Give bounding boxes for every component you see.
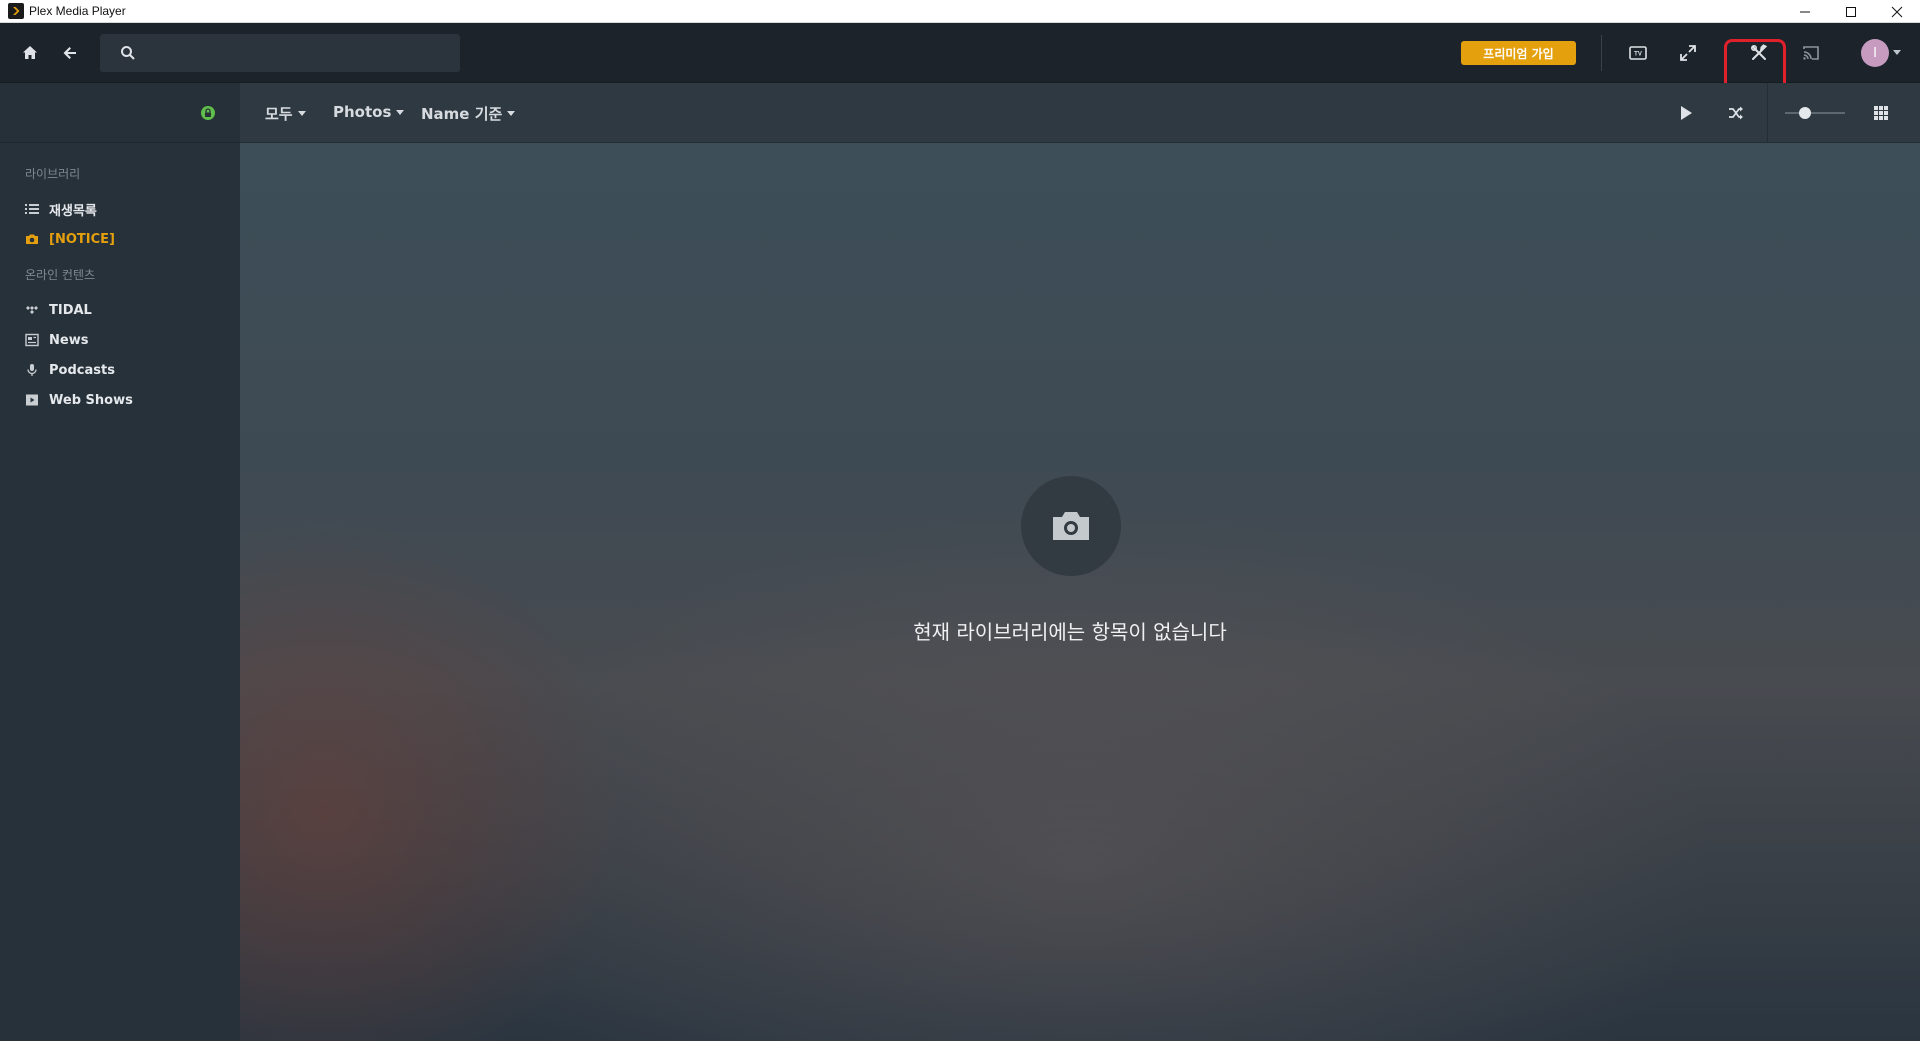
filter-all-dropdown[interactable]: 모두 <box>265 103 306 124</box>
empty-state-badge <box>1021 476 1121 576</box>
maximize-icon <box>1846 6 1856 17</box>
play-icon <box>1681 106 1692 120</box>
library-filter-bar: 모두 Photos Name 기준 <box>240 83 1920 143</box>
minimize-icon <box>1800 11 1810 12</box>
sidebar-item-label: TIDAL <box>49 302 92 318</box>
sidebar: 라이브러리 재생목록 [NOTICE] 온라인 컨텐츠 TIDAL News P… <box>0 83 240 1041</box>
poster-size-slider[interactable] <box>1785 107 1845 119</box>
tidal-icon <box>25 303 39 317</box>
premium-signup-button[interactable]: 프리미엄 가입 <box>1461 41 1576 65</box>
close-icon <box>1891 6 1903 17</box>
home-button[interactable] <box>16 39 44 67</box>
sidebar-item-tidal[interactable]: TIDAL <box>0 295 240 325</box>
filter-all-label: 모두 <box>265 105 293 123</box>
close-window-button[interactable] <box>1874 0 1920 23</box>
camera-icon <box>1053 512 1089 540</box>
sidebar-item-podcasts[interactable]: Podcasts <box>0 355 240 385</box>
top-navigation-bar: 프리미엄 가입 TV I <box>0 23 1920 103</box>
list-icon <box>25 202 39 216</box>
chevron-down-icon[interactable] <box>1893 50 1901 55</box>
play-box-icon <box>25 393 39 407</box>
fullscreen-button[interactable] <box>1674 39 1702 67</box>
shuffle-icon <box>1729 106 1743 120</box>
play-all-button[interactable] <box>1673 100 1699 126</box>
chevron-down-icon <box>396 109 405 115</box>
empty-state-message: 현재 라이브러리에는 항목이 없습니다 <box>913 620 1227 644</box>
section-label-online-content: 온라인 컨텐츠 <box>25 268 96 282</box>
chevron-down-icon <box>507 111 516 116</box>
section-label-library: 라이브러리 <box>25 167 81 181</box>
sidebar-item-label: Podcasts <box>49 362 115 378</box>
nav-divider <box>1601 35 1602 71</box>
maximize-button[interactable] <box>1828 0 1874 23</box>
expand-icon <box>1680 45 1696 61</box>
camera-icon <box>25 232 39 246</box>
tv-icon: TV <box>1629 46 1647 60</box>
filter-type-label: Photos <box>333 103 392 121</box>
svg-text:TV: TV <box>1634 52 1642 58</box>
sidebar-item-label: Web Shows <box>49 392 133 408</box>
news-icon <box>25 333 39 347</box>
library-content-area: 현재 라이브러리에는 항목이 없습니다 <box>240 143 1920 1041</box>
lock-icon[interactable] <box>200 105 216 121</box>
sort-dropdown[interactable]: Name 기준 <box>421 103 516 124</box>
chevron-down-icon <box>297 111 306 116</box>
sidebar-item-playlists[interactable]: 재생목록 <box>0 194 240 224</box>
sidebar-item-web-shows[interactable]: Web Shows <box>0 385 240 415</box>
sidebar-header <box>0 83 240 143</box>
slider-handle[interactable] <box>1799 107 1811 119</box>
back-button[interactable] <box>56 39 84 67</box>
filter-type-dropdown[interactable]: Photos <box>333 103 405 121</box>
window-title: Plex Media Player <box>29 4 126 18</box>
grid-view-button[interactable] <box>1868 100 1894 126</box>
microphone-icon <box>25 363 39 377</box>
tv-mode-button[interactable]: TV <box>1624 39 1652 67</box>
window-titlebar: Plex Media Player <box>0 0 1920 23</box>
home-icon <box>23 46 37 59</box>
sidebar-item-notice[interactable]: [NOTICE] <box>0 224 240 254</box>
search-input[interactable] <box>146 45 446 61</box>
sort-label: Name 기준 <box>421 105 503 123</box>
sidebar-item-label: News <box>49 332 89 348</box>
sidebar-item-news[interactable]: News <box>0 325 240 355</box>
cast-button[interactable] <box>1797 39 1825 67</box>
cast-icon <box>1803 46 1819 60</box>
minimize-button[interactable] <box>1782 0 1828 23</box>
sidebar-item-label: 재생목록 <box>49 203 97 219</box>
shuffle-button[interactable] <box>1723 100 1749 126</box>
user-avatar[interactable]: I <box>1861 39 1889 67</box>
search-box[interactable] <box>100 34 460 72</box>
plex-app-icon <box>8 3 24 19</box>
arrow-left-icon <box>63 47 76 59</box>
search-icon <box>121 46 135 60</box>
filterbar-divider <box>1767 83 1768 143</box>
sidebar-item-label: [NOTICE] <box>49 231 115 247</box>
grid-icon <box>1874 106 1888 120</box>
